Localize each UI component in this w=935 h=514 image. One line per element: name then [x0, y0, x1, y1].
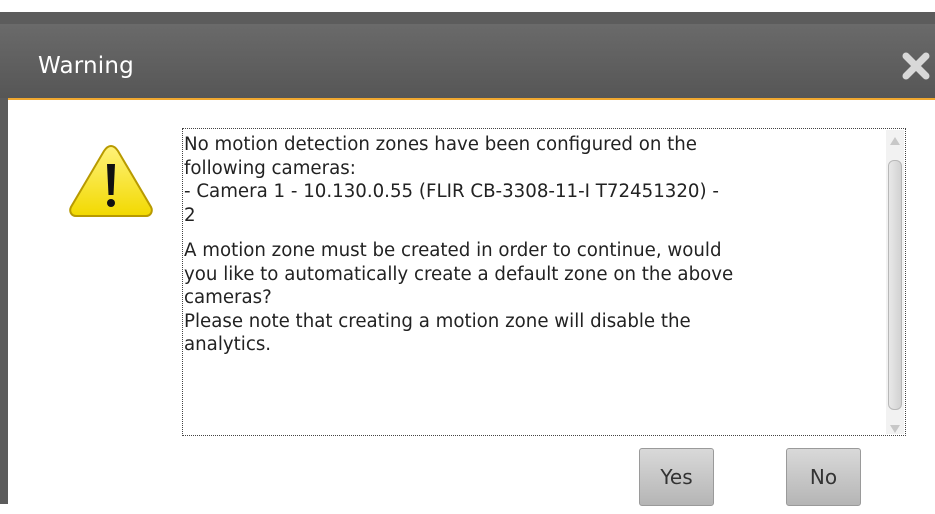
message-line: analytics. — [184, 334, 272, 355]
no-button[interactable]: No — [786, 448, 861, 506]
scrollbar-thumb[interactable] — [888, 160, 902, 410]
dialog-titlebar[interactable]: Warning — [0, 24, 935, 98]
message-line: - Camera 1 - 10.130.0.55 (FLIR CB-3308-1… — [184, 181, 719, 202]
vertical-scrollbar[interactable] — [886, 130, 904, 434]
message-line: Please note that creating a motion zone … — [184, 310, 691, 332]
scroll-down-arrow-icon[interactable] — [889, 420, 901, 433]
message-line: 2 — [184, 204, 196, 226]
message-line: following cameras: — [184, 157, 356, 179]
message-line: No motion detection zones have been conf… — [184, 134, 697, 155]
dialog-title: Warning — [38, 53, 134, 79]
message-line: cameras? — [184, 287, 272, 308]
message-area: No motion detection zones have been conf… — [182, 128, 906, 436]
close-icon[interactable] — [901, 48, 931, 82]
dialog-body: No motion detection zones have been conf… — [8, 98, 935, 514]
scroll-up-arrow-icon[interactable] — [889, 132, 901, 145]
warning-dialog: Warning No motion detection zones have b… — [0, 0, 935, 514]
yes-button[interactable]: Yes — [639, 448, 714, 506]
message-line: A motion zone must be created in order t… — [184, 240, 722, 261]
message-text: No motion detection zones have been conf… — [184, 133, 878, 357]
message-line: you like to automatically create a defau… — [184, 263, 734, 285]
warning-triangle-icon — [65, 140, 157, 220]
